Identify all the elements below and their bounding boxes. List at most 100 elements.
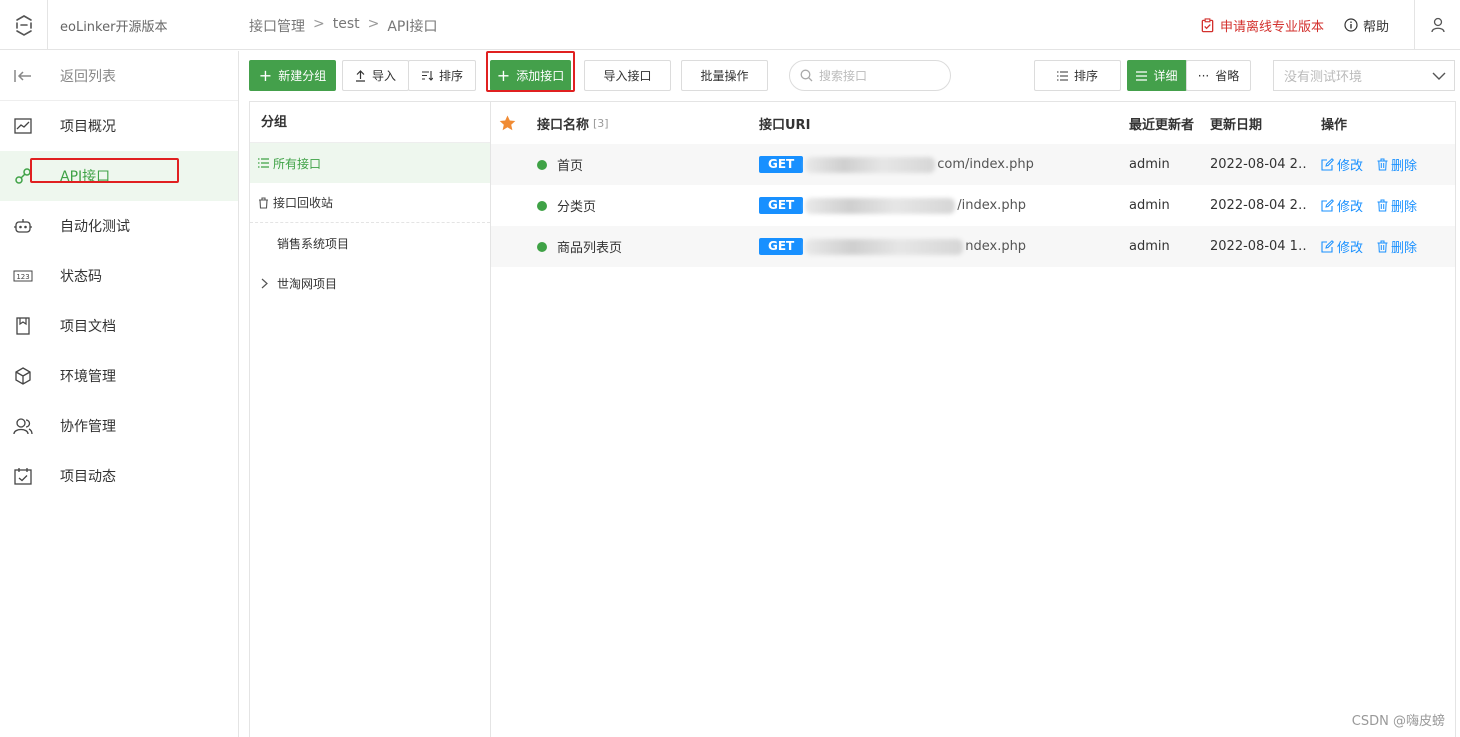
- group-recycle[interactable]: 接口回收站: [250, 183, 490, 223]
- import-label: 导入: [371, 69, 396, 83]
- new-group-label: 新建分组: [278, 69, 327, 83]
- star-icon[interactable]: [499, 102, 516, 144]
- method-badge: GET: [759, 156, 804, 173]
- column-name-label: 接口名称: [537, 117, 590, 133]
- code-123-icon: 123: [13, 266, 33, 286]
- sidebar-item-env[interactable]: 环境管理: [0, 351, 238, 401]
- delete-label: 删除: [1391, 241, 1418, 256]
- api-updater: admin: [1129, 198, 1170, 213]
- detail-view-label: 详细: [1153, 69, 1178, 83]
- method-badge: GET: [759, 197, 804, 214]
- sidebar-item-status-code[interactable]: 123 状态码: [0, 251, 238, 301]
- delete-button[interactable]: 删除: [1377, 237, 1417, 256]
- batch-button[interactable]: 批量操作: [681, 60, 768, 91]
- sidebar-item-docs[interactable]: 项目文档: [0, 301, 238, 351]
- uri-path: com/index.php: [937, 157, 1034, 172]
- clipboard-check-icon: [1201, 17, 1214, 32]
- api-count: [3]: [593, 116, 609, 130]
- sidebar-item-activity[interactable]: 项目动态: [0, 451, 238, 501]
- group-item[interactable]: 销售系统项目: [250, 223, 490, 263]
- import-api-button[interactable]: 导入接口: [584, 60, 671, 91]
- logo[interactable]: [0, 0, 48, 50]
- list-icon: [258, 158, 269, 168]
- chevron-down-icon: [1432, 72, 1446, 80]
- api-updater: admin: [1129, 239, 1170, 254]
- sort-view-button[interactable]: 排序: [1034, 60, 1121, 91]
- search-input[interactable]: 搜索接口: [789, 60, 951, 91]
- table-row[interactable]: 首页 GET com/index.php admin 2022-08-04 2……: [491, 144, 1455, 185]
- edit-icon: [1321, 158, 1334, 171]
- redacted-host: [805, 156, 936, 173]
- group-all-label: 所有接口: [273, 156, 322, 171]
- trash-icon: [259, 196, 268, 209]
- brief-view-button[interactable]: ··· 省略: [1186, 60, 1251, 91]
- svg-text:123: 123: [16, 273, 29, 281]
- table-row[interactable]: 商品列表页 GET ndex.php admin 2022-08-04 1… 修…: [491, 226, 1455, 267]
- delete-button[interactable]: 删除: [1377, 196, 1417, 215]
- group-item-label: 销售系统项目: [277, 236, 350, 251]
- column-date: 更新日期: [1210, 117, 1263, 133]
- sidebar: 返回列表 项目概况 API接口 自动化测试 123 状态码 项目文档 环境管理 …: [0, 51, 239, 737]
- sidebar-item-label: 协作管理: [60, 419, 116, 435]
- robot-icon: [13, 216, 33, 236]
- search-icon: [800, 69, 813, 82]
- user-menu[interactable]: [1414, 0, 1460, 50]
- pro-version-label: 申请离线专业版本: [1219, 19, 1324, 35]
- import-button[interactable]: 导入: [342, 60, 409, 91]
- group-panel-title: 分组: [250, 102, 490, 143]
- new-group-button[interactable]: + 新建分组: [249, 60, 336, 91]
- chevron-right-icon[interactable]: [261, 278, 269, 289]
- sidebar-item-label: 环境管理: [60, 369, 116, 385]
- edit-button[interactable]: 修改: [1321, 196, 1363, 215]
- chart-icon: [13, 116, 33, 136]
- api-uri: GET /index.php: [759, 185, 1119, 226]
- edit-label: 修改: [1337, 159, 1364, 174]
- app-title: eoLinker开源版本: [60, 20, 168, 35]
- sidebar-back[interactable]: 返回列表: [0, 51, 238, 101]
- column-uri: 接口URI: [759, 117, 811, 133]
- eolinker-logo-icon: [15, 15, 32, 36]
- sidebar-item-collab[interactable]: 协作管理: [0, 401, 238, 451]
- plus-icon: +: [258, 65, 273, 85]
- delete-button[interactable]: 删除: [1377, 155, 1417, 174]
- pro-version-link[interactable]: 申请离线专业版本: [1200, 16, 1324, 35]
- cube-icon: [13, 366, 33, 386]
- sidebar-item-label: 项目动态: [60, 469, 116, 485]
- api-name[interactable]: 首页: [557, 155, 583, 174]
- column-ops: 操作: [1321, 117, 1348, 133]
- sidebar-item-api[interactable]: API接口: [0, 151, 238, 201]
- sidebar-item-automation[interactable]: 自动化测试: [0, 201, 238, 251]
- sort-label: 排序: [438, 69, 463, 83]
- info-icon: [1344, 18, 1358, 32]
- delete-label: 删除: [1391, 200, 1418, 215]
- search-placeholder: 搜索接口: [819, 69, 868, 83]
- help-link[interactable]: 帮助: [1344, 16, 1389, 35]
- batch-label: 批量操作: [700, 69, 749, 83]
- users-icon: [13, 416, 33, 436]
- uri-path: /index.php: [957, 198, 1027, 213]
- sort-view-label: 排序: [1073, 69, 1098, 83]
- sidebar-item-overview[interactable]: 项目概况: [0, 101, 238, 151]
- edit-button[interactable]: 修改: [1321, 155, 1363, 174]
- api-uri: GET ndex.php: [759, 226, 1119, 267]
- env-select[interactable]: 没有测试环境: [1273, 60, 1455, 91]
- group-item[interactable]: 世淘网项目: [250, 263, 490, 303]
- sidebar-back-label: 返回列表: [60, 68, 116, 85]
- sort-button[interactable]: 排序: [408, 60, 476, 91]
- table-row[interactable]: 分类页 GET /index.php admin 2022-08-04 2… 修…: [491, 185, 1455, 226]
- edit-button[interactable]: 修改: [1321, 237, 1363, 256]
- highlight-box: [486, 51, 575, 92]
- group-recycle-label: 接口回收站: [273, 196, 334, 210]
- toolbar: + 新建分组 导入 排序 + 添加接口 导入接口 批量操作 搜索接口 排序 详细…: [249, 51, 1460, 92]
- breadcrumb-separator: >: [367, 16, 380, 32]
- status-dot: [537, 241, 547, 252]
- document-icon: [13, 316, 33, 336]
- breadcrumb-item[interactable]: 接口管理: [249, 16, 305, 36]
- column-name[interactable]: 接口名称 [3]: [537, 102, 609, 144]
- group-all[interactable]: 所有接口: [250, 143, 490, 183]
- back-arrow-icon: [13, 66, 33, 86]
- detail-view-button[interactable]: 详细: [1127, 60, 1187, 91]
- api-name[interactable]: 分类页: [557, 196, 596, 215]
- breadcrumb-item[interactable]: test: [333, 16, 360, 36]
- api-name[interactable]: 商品列表页: [557, 237, 622, 256]
